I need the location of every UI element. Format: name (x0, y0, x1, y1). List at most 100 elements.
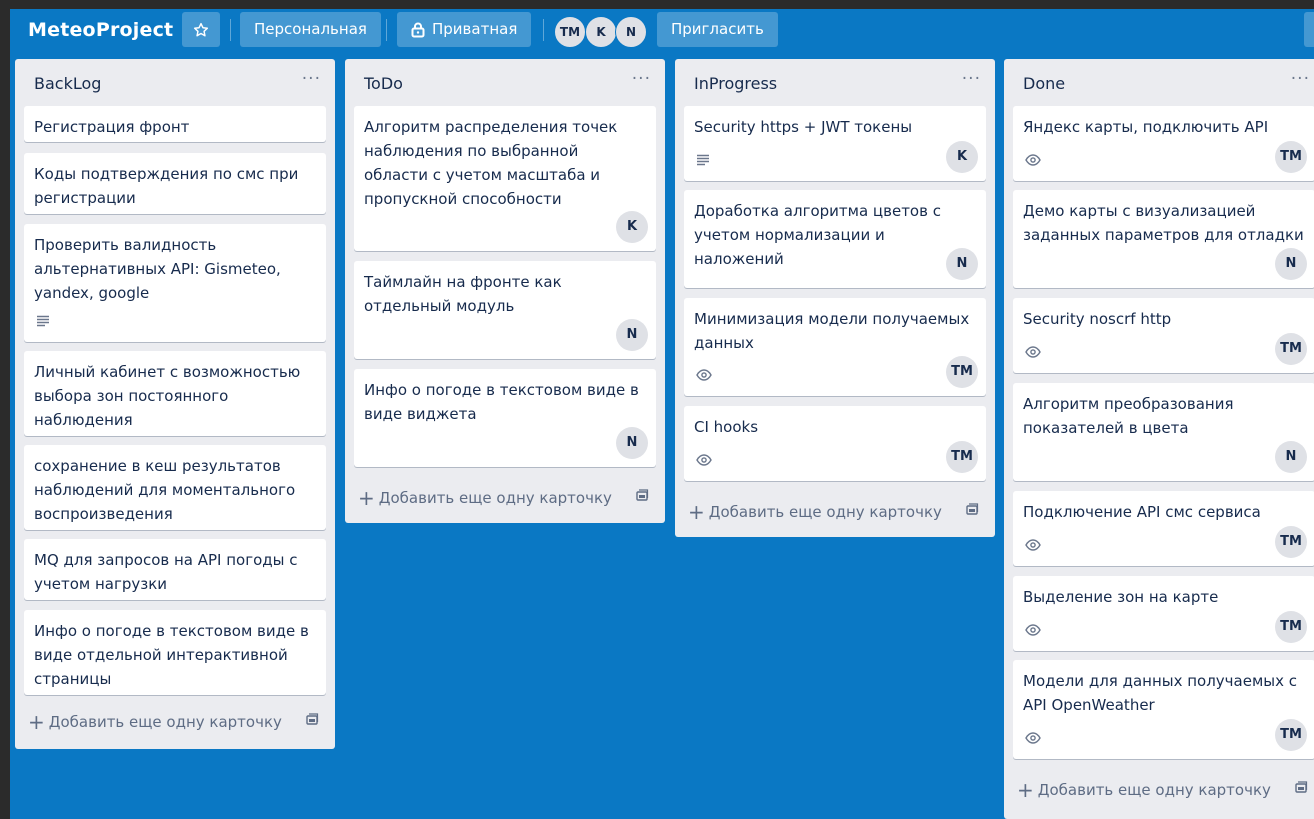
list-menu-button[interactable]: ··· (962, 69, 981, 89)
header-divider (543, 19, 544, 41)
card-title: Таймлайн на фронте как отдельный модуль (364, 273, 562, 315)
card-member-avatar[interactable]: K (946, 141, 978, 173)
watch-icon (1025, 729, 1041, 748)
add-card-button[interactable]: + Добавить еще одну карточку (28, 710, 282, 734)
card-member-avatar[interactable]: N (616, 319, 648, 351)
board-member-avatar[interactable]: TM (554, 16, 586, 48)
list-title[interactable]: BackLog (34, 74, 101, 93)
list-title[interactable]: InProgress (694, 74, 777, 93)
list-header: Done ··· (1004, 59, 1314, 107)
create-from-template-icon[interactable] (635, 488, 649, 507)
add-card-label: Добавить еще одну карточку (378, 489, 612, 507)
card-member-avatar[interactable]: TM (946, 441, 978, 473)
description-icon (696, 151, 710, 170)
header-divider (386, 19, 387, 41)
list-menu-button[interactable]: ··· (632, 69, 651, 89)
add-card-label: Добавить еще одну карточку (708, 503, 942, 521)
card[interactable]: Security noscrf http TM (1013, 298, 1314, 373)
card[interactable]: Security https + JWT токены K (684, 106, 986, 181)
card-title: Демо карты с визуализацией заданных пара… (1023, 202, 1304, 244)
card[interactable]: Инфо о погоде в текстовом виде в виде ви… (354, 369, 656, 467)
card-member-avatar[interactable]: TM (1275, 719, 1307, 751)
star-button[interactable] (182, 12, 220, 47)
add-card-label: Добавить еще одну карточку (48, 713, 282, 731)
watch-icon (1025, 621, 1041, 640)
plus-icon: + (688, 500, 705, 524)
card[interactable]: Подключение API смс сервиса TM (1013, 491, 1314, 566)
card-title: Минимизация модели получаемых данных (694, 310, 970, 352)
board-menu-button-edge[interactable] (1304, 12, 1314, 47)
card-member-avatar[interactable]: TM (1275, 333, 1307, 365)
list-menu-button[interactable]: ··· (302, 69, 321, 89)
lock-icon (411, 22, 425, 37)
board-member-avatar[interactable]: K (585, 16, 617, 48)
card-member-avatar[interactable]: TM (946, 356, 978, 388)
card[interactable]: Личный кабинет с возможностью выбора зон… (24, 351, 326, 436)
card-member-avatar[interactable]: TM (1275, 611, 1307, 643)
card-title: Выделение зон на карте (1023, 588, 1219, 606)
team-button[interactable]: Персональная (240, 12, 381, 47)
list-title[interactable]: Done (1023, 74, 1065, 93)
card-member-avatar[interactable]: N (946, 248, 978, 280)
plus-icon: + (358, 486, 375, 510)
visibility-button[interactable]: Приватная (397, 12, 532, 47)
card[interactable]: Алгоритм преобразования показателей в цв… (1013, 383, 1314, 481)
card-title: Личный кабинет с возможностью выбора зон… (34, 363, 301, 429)
card[interactable]: MQ для запросов на API погоды с учетом н… (24, 539, 326, 600)
card-title: Подключение API смс сервиса (1023, 503, 1261, 521)
watch-icon (1025, 536, 1041, 555)
create-from-template-icon[interactable] (965, 502, 979, 521)
card-member-avatar[interactable]: TM (1275, 141, 1307, 173)
card[interactable]: CI hooks TM (684, 406, 986, 481)
card[interactable]: Таймлайн на фронте как отдельный модуль N (354, 261, 656, 359)
list-header: InProgress ··· (675, 59, 995, 107)
card-title: Security noscrf http (1023, 310, 1172, 328)
card[interactable]: Доработка алгоритма цветов с учетом норм… (684, 190, 986, 288)
card-title: Алгоритм распределения точек наблюдения … (364, 118, 618, 208)
board-title[interactable]: MeteoProject (28, 19, 173, 41)
watch-icon (696, 451, 712, 470)
add-card-button[interactable]: + Добавить еще одну карточку (1017, 778, 1271, 802)
card-title: Модели для данных получаемых с API OpenW… (1023, 672, 1298, 714)
card[interactable]: Демо карты с визуализацией заданных пара… (1013, 190, 1314, 288)
card[interactable]: сохранение в кеш результатов наблюдений … (24, 445, 326, 530)
card[interactable]: Регистрация фронт (24, 106, 326, 142)
add-card-label: Добавить еще одну карточку (1037, 781, 1271, 799)
card[interactable]: Проверить валидность альтернативных API:… (24, 224, 326, 342)
card[interactable]: Яндекс карты, подключить API TM (1013, 106, 1314, 181)
plus-icon: + (28, 710, 45, 734)
card-member-avatar[interactable]: K (616, 211, 648, 243)
list-header: BackLog ··· (15, 59, 335, 107)
list-backlog: BackLog ··· Регистрация фронт Коды подтверж… (15, 59, 335, 749)
header-divider (230, 19, 231, 41)
add-card-button[interactable]: + Добавить еще одну карточку (358, 486, 612, 510)
star-icon (193, 22, 209, 36)
card[interactable]: Модели для данных получаемых с API OpenW… (1013, 660, 1314, 759)
card[interactable]: Инфо о погоде в текстовом виде в виде от… (24, 610, 326, 695)
board-header: MeteoProject Персональная Приватная TM K… (10, 9, 1314, 53)
card[interactable]: Выделение зон на карте TM (1013, 576, 1314, 651)
list-title[interactable]: ToDo (364, 74, 403, 93)
card-title: MQ для запросов на API погоды с учетом н… (34, 551, 298, 593)
card-title: Инфо о погоде в текстовом виде в виде от… (34, 622, 309, 688)
list-header: ToDo ··· (345, 59, 665, 107)
create-from-template-icon[interactable] (1294, 780, 1308, 799)
watch-icon (1025, 151, 1041, 170)
card-title: Security https + JWT токены (694, 118, 913, 136)
invite-button[interactable]: Пригласить (657, 12, 778, 47)
board-member-avatar[interactable]: N (615, 16, 647, 48)
card[interactable]: Минимизация модели получаемых данных TM (684, 298, 986, 396)
list-todo: ToDo ··· Алгоритм распределения точек набл… (345, 59, 665, 523)
watch-icon (696, 366, 712, 385)
card-member-avatar[interactable]: N (1275, 248, 1307, 280)
create-from-template-icon[interactable] (305, 712, 319, 731)
card-member-avatar[interactable]: N (1275, 441, 1307, 473)
plus-icon: + (1017, 778, 1034, 802)
card-member-avatar[interactable]: N (616, 427, 648, 459)
list-menu-button[interactable]: ··· (1291, 69, 1310, 89)
card-member-avatar[interactable]: TM (1275, 526, 1307, 558)
card-title: Проверить валидность альтернативных API:… (34, 236, 281, 302)
card[interactable]: Алгоритм распределения точек наблюдения … (354, 106, 656, 251)
add-card-button[interactable]: + Добавить еще одну карточку (688, 500, 942, 524)
card[interactable]: Коды подтверждения по смс при регистраци… (24, 153, 326, 214)
